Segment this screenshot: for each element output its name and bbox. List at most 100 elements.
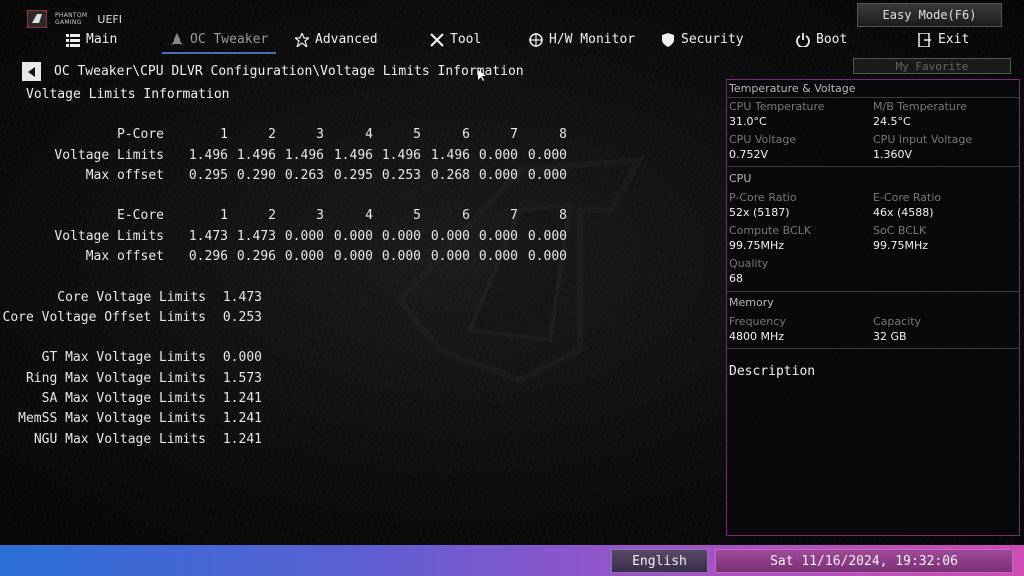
tab-boot[interactable]: Boot: [796, 32, 847, 47]
value-cell: 1.496: [430, 148, 470, 163]
pcore-col: 5: [413, 127, 421, 142]
page-title: Voltage Limits Information: [26, 87, 230, 102]
pcore-col: 8: [559, 127, 567, 142]
value-cell: 0.000: [527, 229, 567, 244]
value-cell: 0.000: [478, 168, 518, 183]
cpu-input-voltage-label: CPU Input Voltage: [873, 133, 973, 146]
brand-text: PHANTOM GAMING: [55, 12, 87, 26]
background-logo-icon: [396, 156, 646, 384]
row-label: MemSS Max Voltage Limits: [18, 411, 206, 426]
frequency-value: 4800 MHz: [729, 330, 785, 343]
tab-tool-label: Tool: [450, 32, 482, 47]
divider: [727, 97, 1019, 98]
pcore-col: 6: [462, 127, 470, 142]
tab-main-label: Main: [86, 32, 118, 47]
value-cell: 1.496: [381, 148, 421, 163]
ecore-voltage-limits-row: Voltage Limits 1.473 1.473 0.000 0.000 0…: [0, 229, 570, 246]
hardware-info-panel: Temperature & Voltage CPU Temperature M/…: [726, 79, 1020, 536]
tab-oc-tweaker[interactable]: OC Tweaker: [161, 32, 277, 54]
divider: [727, 166, 1019, 167]
value-cell: 0.295: [333, 168, 373, 183]
cpu-input-voltage-value: 1.360V: [873, 148, 913, 161]
value-cell: 0.000: [430, 229, 470, 244]
brand-line-1: PHANTOM: [55, 12, 88, 19]
pcore-voltage-limits-row: Voltage Limits 1.496 1.496 1.496 1.496 1…: [0, 148, 570, 165]
tab-main[interactable]: Main: [66, 32, 117, 47]
row-label: Ring Max Voltage Limits: [25, 371, 206, 386]
pcore-label: P-Core: [117, 127, 164, 142]
value-cell: 0.000: [381, 249, 421, 264]
capacity-label: Capacity: [873, 315, 922, 328]
cpu-heading: CPU: [729, 172, 752, 185]
value-cell: 0.000: [527, 148, 567, 163]
quality-value: 68: [729, 272, 743, 285]
core-voltage-offset-limits-row: Core Voltage Offset Limits 0.253: [0, 310, 263, 327]
value-cell: 1.241: [222, 391, 262, 406]
brand-line-2: GAMING: [55, 19, 82, 26]
value-cell: 1.496: [188, 148, 228, 163]
tab-tool[interactable]: Tool: [430, 32, 481, 47]
value-cell: 0.000: [478, 249, 518, 264]
value-cell: 1.496: [333, 148, 373, 163]
value-cell: 0.295: [188, 168, 228, 183]
frequency-label: Frequency: [729, 315, 786, 328]
ecore-col: 2: [268, 208, 276, 223]
quality-label: Quality: [729, 257, 769, 270]
description-heading: Description: [729, 364, 816, 379]
mb-temp-label: M/B Temperature: [873, 100, 967, 113]
divider: [727, 291, 1019, 292]
mouse-cursor-icon: [478, 70, 486, 81]
tab-advanced[interactable]: Advanced: [295, 32, 378, 47]
row-label: Max offset: [85, 168, 164, 183]
back-button[interactable]: [22, 62, 41, 81]
tab-exit[interactable]: Exit: [918, 32, 969, 47]
pcore-col: 3: [316, 127, 324, 142]
value-cell: 0.000: [333, 249, 373, 264]
pcore-ratio-label: P-Core Ratio: [729, 191, 797, 204]
value-cell: 1.573: [222, 371, 262, 386]
ecore-header-row: E-Core 1 2 3 4 5 6 7 8: [0, 208, 570, 225]
ecore-col: 5: [413, 208, 421, 223]
tab-security[interactable]: Security: [661, 32, 744, 47]
tab-hw-monitor[interactable]: H/W Monitor: [529, 32, 635, 47]
shield-icon: [662, 32, 674, 47]
pcore-col: 2: [268, 127, 276, 142]
ecore-col: 7: [510, 208, 518, 223]
language-button[interactable]: English: [611, 549, 708, 573]
value-cell: 1.473: [222, 290, 262, 305]
compute-bclk-label: Compute BCLK: [729, 224, 812, 237]
value-cell: 0.296: [188, 249, 228, 264]
ecore-label: E-Core: [117, 208, 164, 223]
value-cell: 0.268: [430, 168, 470, 183]
easy-mode-button[interactable]: Easy Mode(F6): [857, 3, 1002, 27]
row-label: NGU Max Voltage Limits: [33, 432, 206, 447]
row-label: SA Max Voltage Limits: [41, 391, 206, 406]
value-cell: 0.000: [284, 229, 324, 244]
pcore-col: 7: [510, 127, 518, 142]
ngu-max-voltage-limits-row: NGU Max Voltage Limits 1.241: [0, 432, 262, 449]
value-cell: 0.000: [430, 249, 470, 264]
my-favorite-button[interactable]: My Favorite: [853, 58, 1011, 74]
row-label: Core Voltage Offset Limits: [2, 310, 207, 325]
tab-oc-tweaker-label: OC Tweaker: [190, 32, 269, 47]
memory-heading: Memory: [729, 296, 774, 309]
memss-max-voltage-limits-row: MemSS Max Voltage Limits 1.241: [0, 411, 262, 428]
cpu-temp-label: CPU Temperature: [729, 100, 825, 113]
uefi-label: UEFI: [97, 12, 122, 26]
ecore-col: 8: [559, 208, 567, 223]
soc-bclk-label: SoC BCLK: [873, 224, 927, 237]
value-cell: 1.473: [188, 229, 228, 244]
cpu-temp-value: 31.0°C: [729, 115, 767, 128]
tab-hw-monitor-label: H/W Monitor: [549, 32, 636, 47]
pcore-col: 4: [365, 127, 373, 142]
value-cell: 0.000: [527, 249, 567, 264]
sa-max-voltage-limits-row: SA Max Voltage Limits 1.241: [0, 391, 262, 408]
core-voltage-limits-row: Core Voltage Limits 1.473: [0, 290, 262, 307]
ecore-col: 4: [365, 208, 373, 223]
value-cell: 1.496: [284, 148, 324, 163]
power-icon: [796, 32, 810, 47]
ecore-col: 1: [220, 208, 228, 223]
pcore-header-row: P-Core 1 2 3 4 5 6 7 8: [0, 127, 570, 144]
value-cell: 0.000: [478, 148, 518, 163]
cpu-voltage-value: 0.752V: [729, 148, 769, 161]
